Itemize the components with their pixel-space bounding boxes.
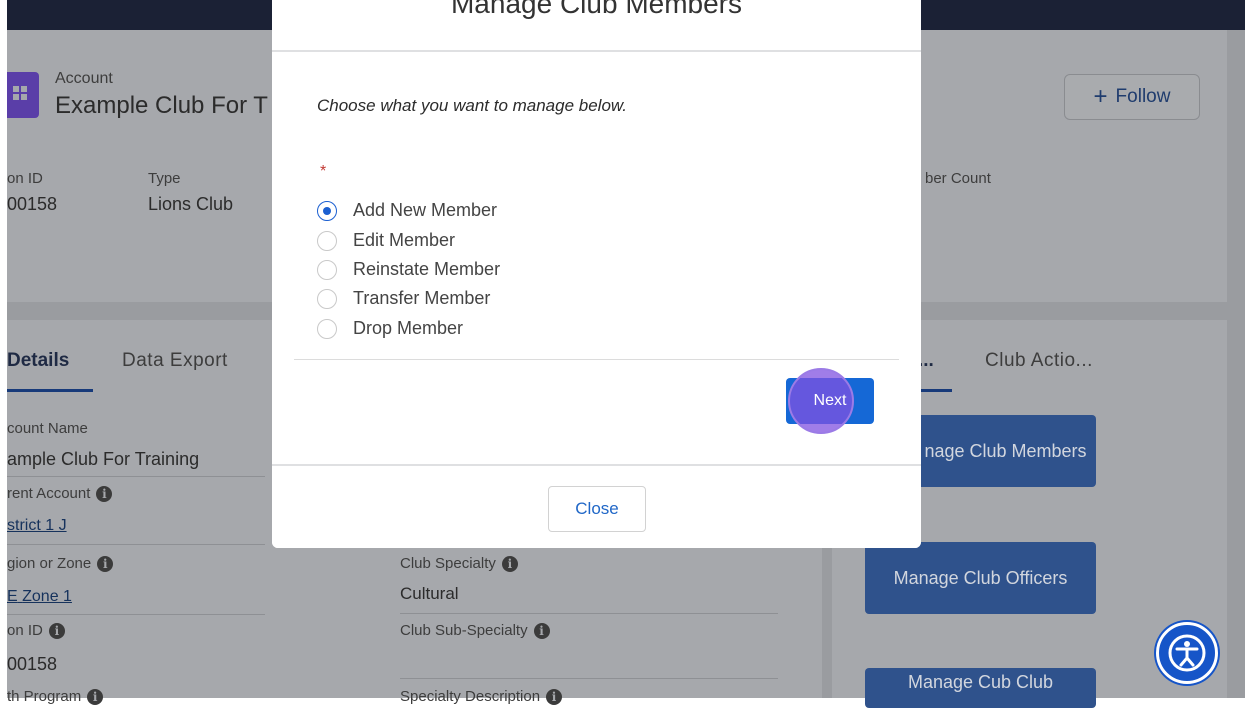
modal-footer: Close <box>272 464 921 548</box>
info-icon[interactable]: i <box>501 556 518 573</box>
header-field-value-id: 00158 <box>7 194 58 214</box>
next-label[interactable]: Next <box>786 378 874 424</box>
radio-button[interactable] <box>317 318 337 339</box>
radio-button[interactable] <box>317 230 337 251</box>
plus-icon: + <box>1093 83 1108 110</box>
info-icon[interactable]: i <box>533 623 550 640</box>
tab-data-export[interactable]: Data Export <box>122 350 228 372</box>
radio-label: Reinstate Member <box>353 259 501 279</box>
club-sub-specialty-label: Club Sub-Specialty i <box>400 622 550 640</box>
accessibility-icon <box>1168 634 1206 672</box>
header-field-label-type: Type <box>148 170 181 187</box>
radio-label: Drop Member <box>353 318 464 338</box>
radio-option-add-new-member[interactable]: Add New Member <box>317 200 497 221</box>
follow-label: Follow <box>1115 86 1171 107</box>
modal-title: Manage Club Members <box>450 0 743 19</box>
accessibility-button[interactable] <box>1156 622 1218 684</box>
radio-label: Transfer Member <box>353 288 491 308</box>
manage-club-officers-button[interactable]: Manage Club Officers <box>865 542 1096 614</box>
radio-button[interactable] <box>317 200 337 221</box>
info-icon[interactable]: i <box>87 689 104 706</box>
follow-button[interactable]: + Follow <box>1064 74 1200 120</box>
record-name: Example Club For T <box>55 92 268 119</box>
radio-option-reinstate-member[interactable]: Reinstate Member <box>317 259 500 280</box>
radio-option-drop-member[interactable]: Drop Member <box>317 318 463 339</box>
radio-button[interactable] <box>317 288 337 309</box>
object-label: Account <box>55 70 113 87</box>
club-specialty-value: Cultural <box>400 584 459 603</box>
active-tab-indicator <box>7 389 93 392</box>
club-specialty-label: Club Specialty i <box>400 555 518 573</box>
field-divider <box>400 678 778 679</box>
radio-option-edit-member[interactable]: Edit Member <box>317 230 455 251</box>
modal-header: Manage Club Members <box>272 0 921 52</box>
active-tab-indicator <box>918 389 952 392</box>
bottom-field-label: th Program i <box>7 688 104 706</box>
radio-button[interactable] <box>317 259 337 280</box>
manage-club-members-modal: Manage Club Members Choose what you want… <box>272 0 921 548</box>
region-zone-link[interactable]: E Zone 1 <box>7 588 72 606</box>
field-divider <box>7 476 265 477</box>
account-icon <box>7 72 39 118</box>
header-field-value-type: Lions Club <box>148 194 234 214</box>
required-indicator: * <box>320 163 327 180</box>
modal-divider <box>294 359 899 360</box>
account-name-value: ample Club For Training <box>7 449 200 469</box>
specialty-description-label: Specialty Description i <box>400 688 563 706</box>
on-id-value: 00158 <box>7 654 58 674</box>
field-divider <box>400 613 778 614</box>
field-divider <box>7 614 265 615</box>
header-field-label-member-count: ber Count <box>925 170 991 187</box>
radio-label: Add New Member <box>353 200 498 220</box>
tab-details[interactable]: Details <box>7 350 69 372</box>
info-icon[interactable]: i <box>546 689 563 706</box>
info-icon[interactable]: i <box>96 486 113 503</box>
parent-account-label: rent Account i <box>7 485 113 503</box>
radio-option-transfer-member[interactable]: Transfer Member <box>317 288 490 309</box>
modal-prompt: Choose what you want to manage below. <box>317 96 627 115</box>
header-field-label-id: on ID <box>7 170 43 187</box>
field-divider <box>7 544 265 545</box>
tab-club-actions[interactable]: Club Actio... <box>985 350 1093 372</box>
parent-account-link[interactable]: strict 1 J <box>7 517 67 535</box>
on-id-label: on ID i <box>7 622 65 640</box>
left-edge-strip <box>0 0 7 698</box>
info-icon[interactable]: i <box>48 623 65 640</box>
region-zone-label: gion or Zone i <box>7 555 114 573</box>
account-name-label: count Name <box>7 420 88 437</box>
close-button[interactable]: Close <box>548 486 646 532</box>
info-icon[interactable]: i <box>97 556 114 573</box>
manage-cub-club-button[interactable]: Manage Cub Club <box>865 668 1096 708</box>
radio-label: Edit Member <box>353 230 456 250</box>
